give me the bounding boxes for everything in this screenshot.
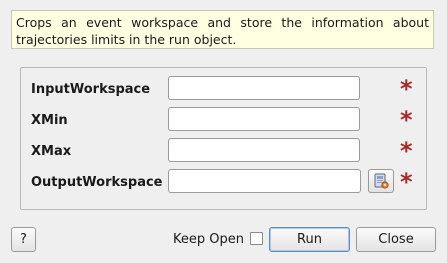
algorithm-description: Crops an event workspace and store the i… [11,10,434,49]
close-button[interactable]: Close [356,227,436,252]
output-workspace-field[interactable] [168,169,361,193]
required-star-icon: * [400,168,413,196]
xmin-field[interactable] [168,107,360,131]
run-button[interactable]: Run [269,227,350,252]
xmax-field[interactable] [168,138,360,162]
param-row-xmin: XMin * [21,107,426,133]
param-label-input-workspace: InputWorkspace [31,82,151,97]
param-label-xmax: XMax [31,144,72,159]
output-workspace-browse-button[interactable] [368,169,394,193]
param-label-output-workspace: OutputWorkspace [31,175,163,190]
help-button[interactable]: ? [11,227,36,252]
param-row-xmax: XMax * [21,138,426,164]
required-star-icon: * [400,75,413,103]
param-row-input-workspace: InputWorkspace * [21,76,426,102]
keep-open-checkbox[interactable] [250,232,263,245]
param-row-output-workspace: OutputWorkspace * [21,169,426,195]
workspace-save-icon [374,173,389,189]
parameters-panel: InputWorkspace * XMin * XMax * OutputWor… [20,67,427,210]
input-workspace-field[interactable] [168,76,360,100]
required-star-icon: * [400,106,413,134]
required-star-icon: * [400,137,413,165]
param-label-xmin: XMin [31,113,68,128]
keep-open-label: Keep Open [173,232,244,247]
